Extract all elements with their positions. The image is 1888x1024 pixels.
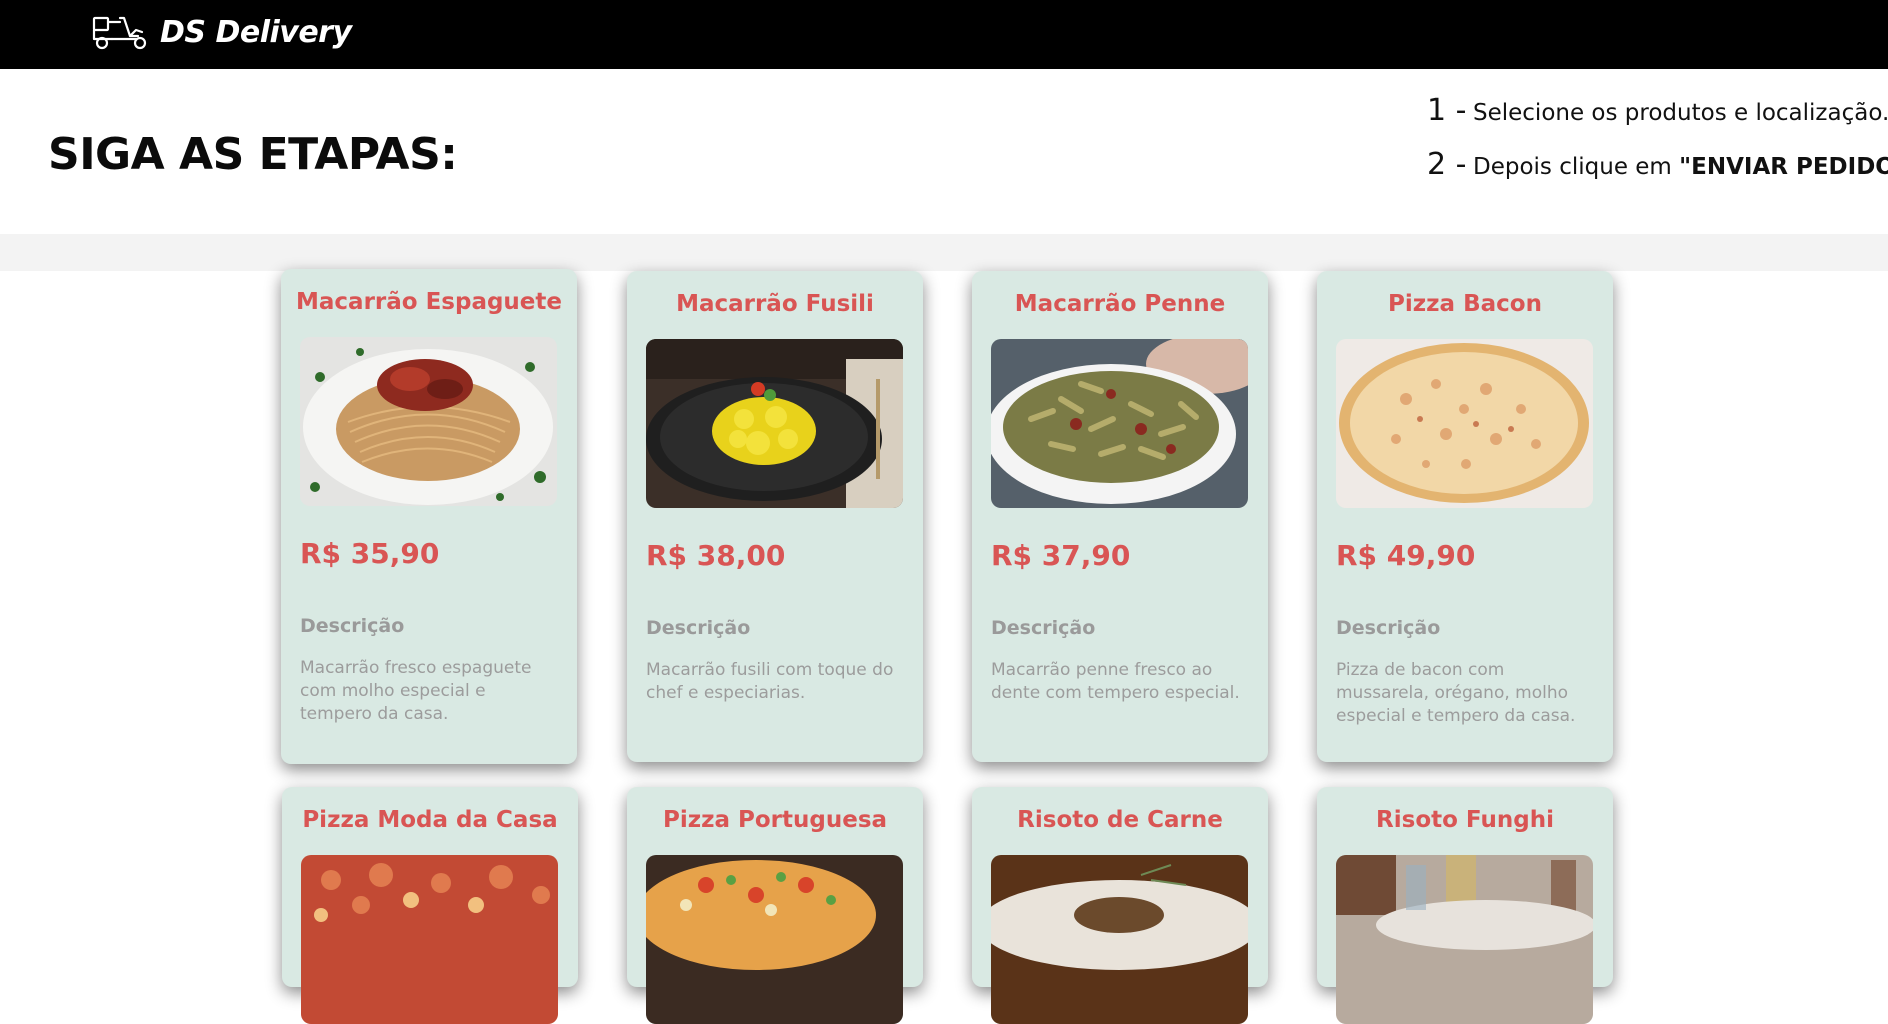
product-image: [991, 339, 1248, 508]
product-name: Pizza Moda da Casa: [302, 807, 558, 833]
product-name: Macarrão Espaguete: [296, 289, 562, 315]
product-card[interactable]: Risoto de Carne: [972, 787, 1268, 1024]
product-price: R$ 49,90: [1336, 539, 1476, 572]
product-price: R$ 38,00: [646, 539, 786, 572]
product-name: Pizza Bacon: [1388, 291, 1542, 317]
product-image: [991, 855, 1248, 1024]
product-card[interactable]: Pizza Moda da Casa: [282, 787, 578, 1024]
product-image: [300, 337, 557, 506]
product-card[interactable]: Macarrão Espaguete R$ 35,90 Descrição Ma…: [281, 269, 577, 764]
products-grid: Macarrão Espaguete R$ 35,90 Descrição Ma…: [0, 0, 1888, 1024]
product-price: R$ 37,90: [991, 539, 1131, 572]
product-image: [1336, 855, 1593, 1024]
product-name: Risoto de Carne: [1017, 807, 1223, 833]
product-image: [301, 855, 558, 1024]
product-description: Macarrão penne fresco ao dente com tempe…: [991, 660, 1240, 703]
product-description: Macarrão fresco espaguete com molho espe…: [300, 658, 532, 724]
product-image: [646, 339, 903, 508]
product-card[interactable]: Pizza Bacon R$ 49,90 Descrição Pizza de …: [1317, 271, 1613, 762]
product-card[interactable]: Macarrão Fusili R$ 38,00 Descrição Macar…: [627, 271, 923, 762]
product-card[interactable]: Macarrão Penne R$ 37,90 Descrição Macarr…: [972, 271, 1268, 762]
product-name: Macarrão Fusili: [676, 291, 874, 317]
product-price: R$ 35,90: [300, 537, 440, 570]
product-card[interactable]: Risoto Funghi: [1317, 787, 1613, 1024]
description-title: Descrição: [646, 617, 751, 639]
product-name: Macarrão Penne: [1014, 291, 1226, 317]
product-name: Pizza Portuguesa: [662, 807, 888, 833]
product-image: [1336, 339, 1593, 508]
description-title: Descrição: [1336, 617, 1441, 639]
product-image: [646, 855, 903, 1024]
description-title: Descrição: [300, 615, 405, 637]
product-description: Pizza de bacon com mussarela, orégano, m…: [1336, 660, 1576, 726]
description-title: Descrição: [991, 617, 1096, 639]
product-name: Risoto Funghi: [1376, 807, 1554, 833]
product-description: Macarrão fusili com toque do chef e espe…: [646, 660, 894, 703]
product-card[interactable]: Pizza Portuguesa: [627, 787, 923, 1024]
